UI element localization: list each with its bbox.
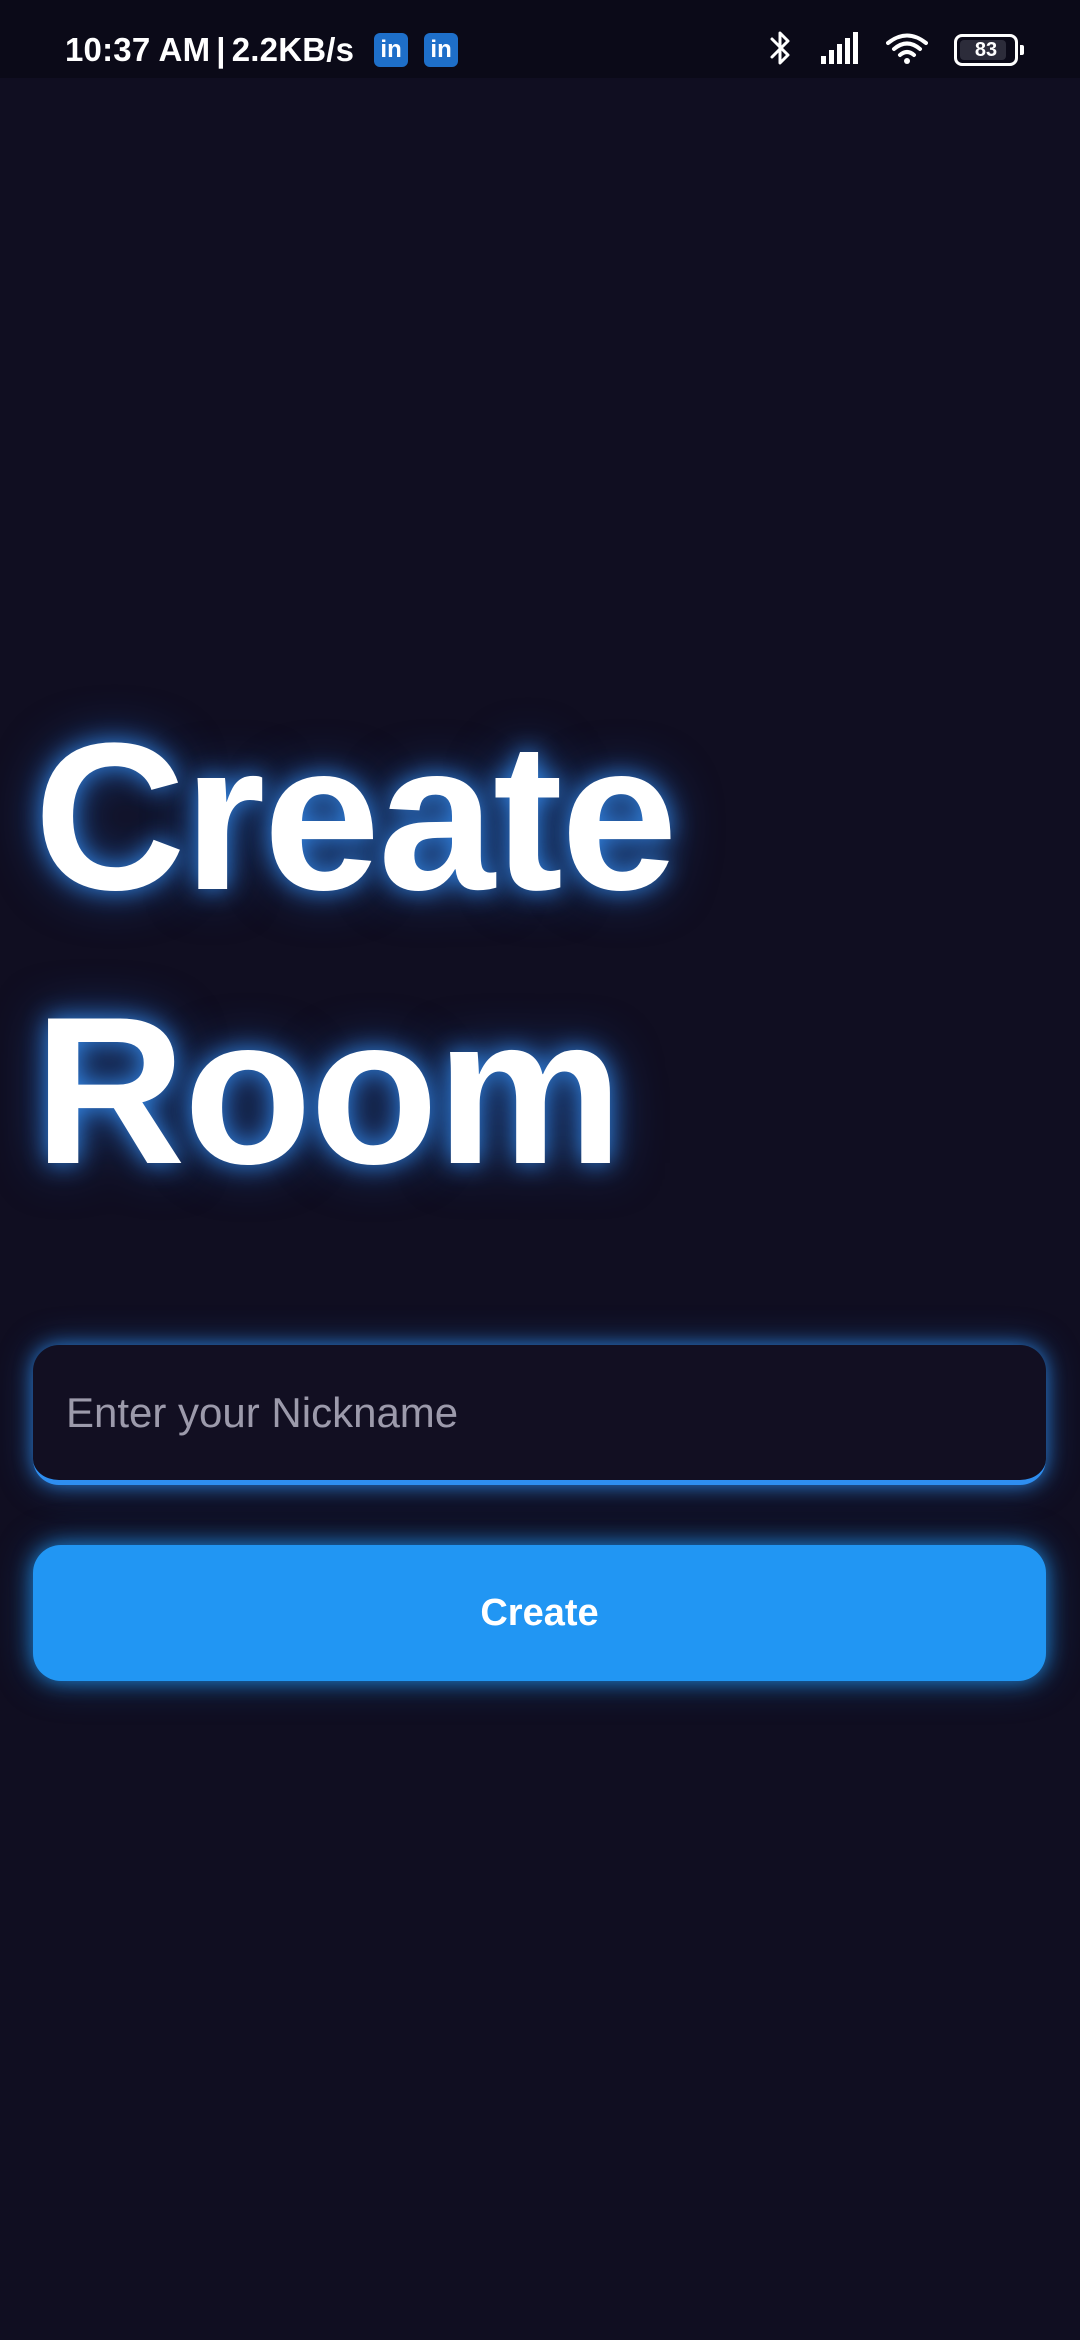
nickname-input[interactable]	[33, 1345, 1046, 1480]
status-time: 10:37 AM	[65, 31, 211, 68]
status-bar-right: 83	[768, 24, 1024, 76]
battery-level: 83	[974, 38, 998, 61]
status-bar-left: 10:37 AM | 2.2KB/s in in	[65, 0, 459, 100]
create-button[interactable]: Create	[33, 1545, 1046, 1681]
page-title-line-1: Create	[34, 699, 678, 934]
battery-icon: 83	[954, 34, 1024, 66]
network-speed: 2.2KB/s	[231, 31, 355, 68]
nickname-field[interactable]	[33, 1345, 1046, 1485]
bluetooth-icon	[768, 30, 794, 71]
create-room-screen: 10:37 AM | 2.2KB/s in in 83 Create Room …	[0, 0, 1080, 2340]
wifi-icon	[886, 32, 928, 69]
status-separator: |	[216, 31, 226, 68]
page-title: Create Room	[34, 680, 678, 1228]
page-title-line-2: Room	[34, 973, 623, 1208]
linkedin-icon: in	[424, 33, 459, 67]
linkedin-icon: in	[374, 33, 409, 67]
signal-icon	[820, 31, 860, 69]
status-bar: 10:37 AM | 2.2KB/s in in 83	[0, 0, 1080, 78]
